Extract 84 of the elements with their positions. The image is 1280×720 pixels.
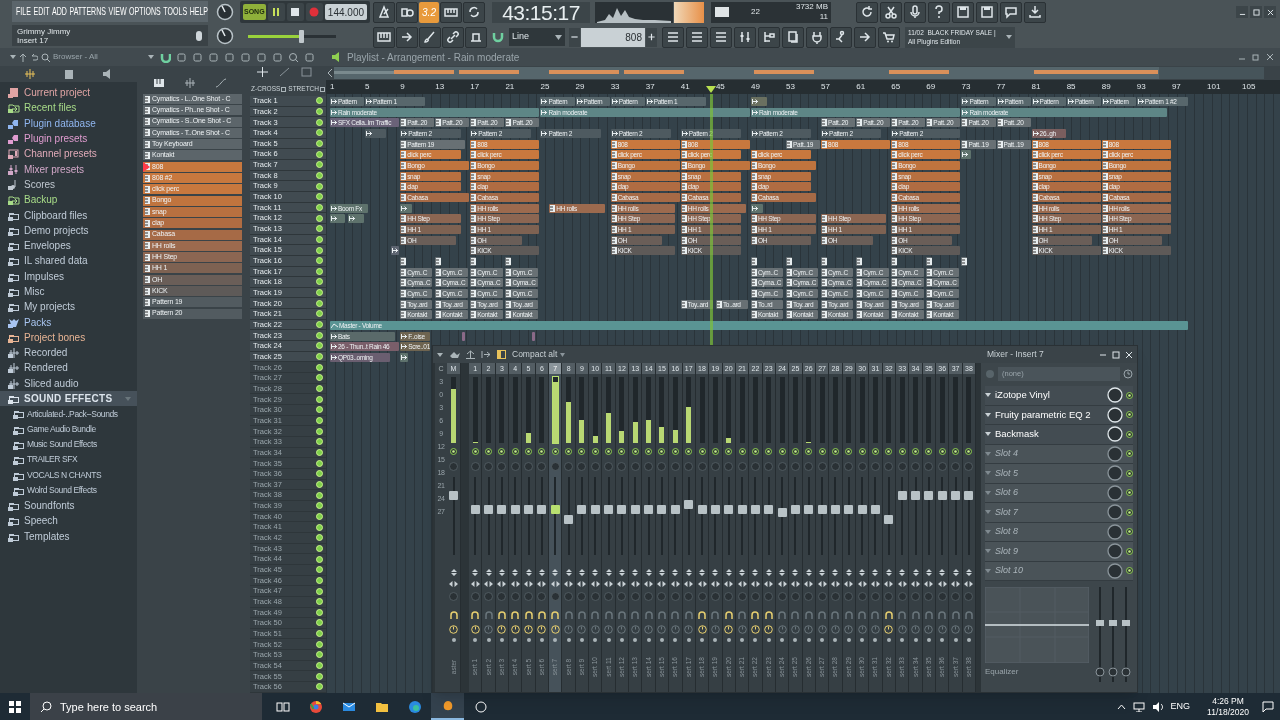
browser-item[interactable]: SOUND EFFECTS [0,390,137,407]
preset-dropdown[interactable]: Compact alt [512,348,566,361]
bar-number: 1 [330,81,335,93]
bar-number: 77 [996,81,1006,93]
bar-number: 89 [1101,81,1111,93]
browser-item[interactable]: Rendered [0,360,137,376]
bar-number: 53 [786,81,795,93]
browser-title: Browser - All [53,51,98,63]
browser-item[interactable]: Misc [0,283,137,300]
browser-item[interactable]: Music Sound Effects [0,436,137,453]
bar-number: 101 [1207,81,1221,93]
bar-number: 61 [856,81,866,93]
menu-item[interactable]: TOOLS [163,3,188,20]
bar-number: 25 [540,81,550,93]
bar-number: 105 [1242,81,1256,93]
bar-number: 97 [1171,81,1181,93]
bar-number: 13 [435,81,445,93]
browser-item[interactable]: Game Audio Bundle [0,421,137,437]
browser-item[interactable]: Current project [0,85,137,101]
pattern-selector[interactable]: 808 [581,27,645,47]
menu-item[interactable]: VIEW [108,3,127,20]
snap-dropdown[interactable]: Line [509,28,565,46]
menu-item[interactable]: PATTERNS [69,3,106,20]
browser-item[interactable]: Plugin database [0,115,137,131]
browser-item[interactable]: IL shared data [0,253,137,269]
browser-item[interactable]: Sliced audio [0,375,137,391]
menu-item[interactable]: ADD [52,3,67,20]
playlist-title: Playlist - Arrangement - Rain moderate [347,50,520,65]
browser-item[interactable]: Clipboard files [0,207,137,223]
browser-item[interactable]: VOCALS N CHANTS [0,467,137,483]
bar-number: 45 [715,81,725,93]
browser-item[interactable]: Envelopes [0,237,137,254]
bar-number: 69 [926,81,936,93]
bar-number: 37 [645,81,655,93]
bar-number: 81 [1031,81,1041,93]
browser-item[interactable]: My projects [0,299,137,315]
memory-readout: 3732 MB [795,2,828,12]
eq-label: Equalizer [985,666,1020,678]
bar-number: 21 [505,81,515,93]
browser-item[interactable]: Project bones [0,329,137,346]
browser-item[interactable]: Wolrd Sound Effects [0,482,137,498]
browser-item[interactable]: TRAILER SFX [0,452,137,468]
bar-number: 29 [575,81,585,93]
bar-number: 33 [610,81,620,93]
hint-text: Insert 17 [17,35,49,45]
browser-item[interactable]: Packs [0,314,137,330]
language-indicator[interactable]: ENG [1170,699,1191,714]
browser-item[interactable]: Impulses [0,268,137,284]
bar-number: 17 [470,81,480,93]
bar-number: 73 [961,81,971,93]
browser-item[interactable]: Mixer presets [0,161,137,177]
time-display: 43:15:17 [492,1,590,23]
bar-number: 57 [821,81,830,93]
menu-item[interactable]: FILE [16,3,31,20]
menu-item[interactable]: HELP [189,3,209,20]
browser-item[interactable]: Backup [0,192,137,208]
browser-item[interactable]: Articulated-..Pack--Sounds [0,406,137,422]
hint-title: Grimmy Jimmy [17,26,71,36]
bar-number: 85 [1066,81,1076,93]
tempo-display[interactable]: 144.000 [324,4,367,20]
browser-item[interactable]: Recorded [0,345,137,361]
bar-number: 41 [680,81,690,93]
browser-item[interactable]: Soundfonts [0,498,137,514]
browser-item[interactable]: Speech [0,513,137,529]
bar-number: 5 [365,81,370,93]
menu-item[interactable]: EDIT [33,3,50,20]
bar-number: 65 [891,81,901,93]
polyphony-readout: 11 [819,12,828,22]
bar-number: 93 [1136,81,1146,93]
bar-number: 9 [400,81,405,93]
browser-item[interactable]: Recent files [0,100,137,116]
cpu-readout: 22 [750,6,760,18]
menu-item[interactable]: OPTIONS [129,3,161,20]
clock-time[interactable]: 4:26 PM [1212,695,1244,707]
browser-item[interactable]: Channel presets [0,146,137,162]
browser-item[interactable]: Templates [0,528,137,544]
bar-number: 49 [750,81,760,93]
browser-item[interactable]: Scores [0,176,137,193]
browser-item[interactable]: Demo projects [0,222,137,238]
clock-date[interactable]: 11/18/2020 [1207,706,1249,718]
search-field[interactable]: Type here to search [30,693,262,720]
timeline-ruler[interactable]: 1 5 9 13 17 21 25 29 33 37 41 45 49 53 57 61 65 69 73 77 81 85 89 93 97 101 105 [326,80,1280,94]
browser-item[interactable]: Plugin presets [0,130,137,147]
mixer-title: Mixer - Insert 7 [987,348,1044,361]
